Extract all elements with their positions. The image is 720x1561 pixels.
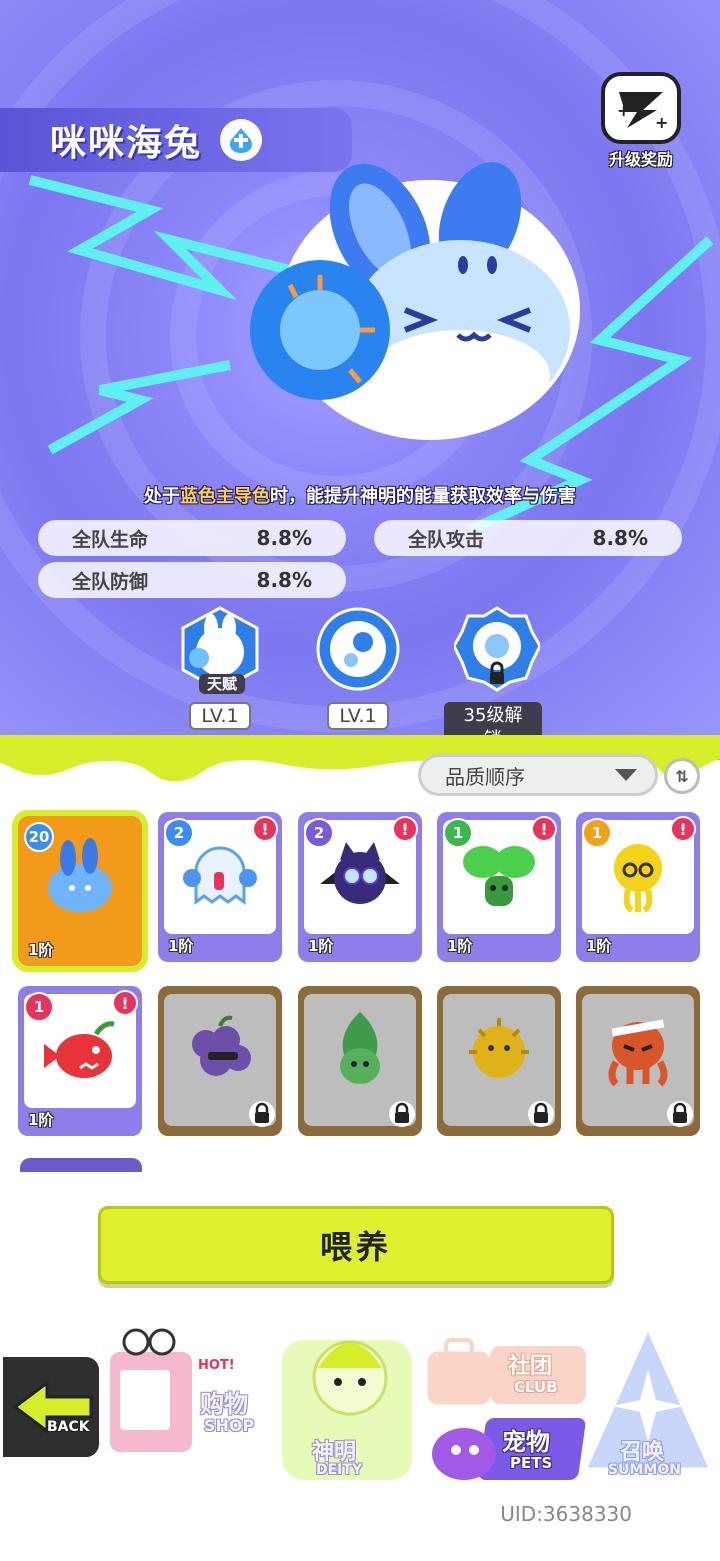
sprout-icon (463, 846, 535, 906)
pet-card-partial[interactable] (20, 1158, 142, 1172)
water-orb-icon (316, 607, 400, 691)
upgrade-reward-button[interactable]: + + 升级奖励 (596, 72, 686, 169)
sort-label: 品质顺序 (445, 764, 525, 789)
stat-label: 全队攻击 (408, 528, 485, 551)
skill-level: LV.1 (189, 702, 251, 730)
nav-club-button[interactable]: 社团 CLUB (420, 1336, 590, 1412)
chevron-down-icon (615, 769, 637, 781)
pet-card-locked[interactable] (298, 986, 422, 1136)
puffer-fish-icon (469, 1018, 529, 1078)
card-tier: 1阶 (28, 941, 54, 959)
nav-deity-button[interactable]: 神明 DEITY (282, 1316, 416, 1486)
pet-card[interactable]: 2 ! 1阶 (158, 812, 282, 962)
talent-tag: 天赋 (199, 674, 246, 694)
lock-icon (389, 1101, 415, 1127)
card-tier: 1阶 (308, 937, 334, 955)
lock-icon (249, 1101, 275, 1127)
lock-icon (667, 1101, 693, 1127)
nav-back-button[interactable]: BACK (0, 1354, 102, 1460)
skill-talent[interactable]: LV.1 (175, 606, 265, 730)
card-tier: 1阶 (586, 937, 612, 955)
sea-bunny-pet-art (250, 162, 580, 440)
stat-team-defense: 全队防御 8.8% (38, 562, 346, 598)
pet-card-locked[interactable] (158, 986, 282, 1136)
pet-card-locked[interactable] (437, 986, 561, 1136)
user-id: UID:3638330 (500, 1502, 632, 1526)
card-tier: 1阶 (28, 1111, 54, 1129)
pet-name-banner: 咪咪海兔 (0, 108, 352, 172)
skill-locked[interactable]: 35级解锁 (444, 606, 542, 754)
pets-blob-icon (432, 1428, 496, 1480)
sort-dropdown[interactable]: 品质顺序 (418, 754, 658, 796)
stat-value: 8.8% (256, 526, 312, 550)
desc-suffix: 时，能提升神明的能量获取效率与伤害 (270, 486, 576, 507)
nav-shop-sublabel: SHOP (204, 1416, 255, 1435)
pet-card[interactable]: 1 ! 1阶 (576, 812, 700, 962)
stat-team-attack: 全队攻击 8.8% (374, 520, 682, 556)
leaf-sprite-icon (340, 1012, 380, 1084)
nav-pets-button[interactable]: 宠物 PETS (428, 1414, 587, 1486)
nav-pets-sublabel: PETS (510, 1454, 553, 1472)
shop-hot-badge: HOT! (192, 1358, 241, 1373)
svg-text:+: + (617, 101, 630, 120)
burst-skill-icon (452, 606, 542, 692)
vending-machine-icon (106, 1328, 196, 1456)
stat-label: 全队防御 (72, 570, 149, 593)
card-tier: 1阶 (168, 937, 194, 955)
sort-order-toggle-icon[interactable]: ⇅ (664, 758, 700, 794)
pet-card[interactable]: 1 ! 1阶 (437, 812, 561, 962)
grape-cool-icon (192, 1015, 251, 1076)
stat-value: 8.8% (256, 568, 312, 592)
nav-deity-sublabel: DEITY (316, 1462, 363, 1478)
upgrade-reward-label: 升级奖励 (608, 150, 673, 169)
water-element-icon[interactable] (220, 119, 263, 161)
bat-cat-icon (320, 842, 400, 904)
stat-team-hp: 全队生命 8.8% (38, 520, 346, 556)
nav-club-label: 社团 (508, 1354, 553, 1379)
svg-text:+: + (655, 113, 668, 130)
nav-summon-button[interactable]: 召唤 SUMMON (580, 1320, 716, 1488)
upgrade-reward-icon: + + (601, 72, 681, 144)
pet-name: 咪咪海兔 (50, 123, 203, 164)
stat-label: 全队生命 (72, 528, 149, 551)
pet-card[interactable]: 20 1阶 (12, 810, 148, 972)
nav-back-label: BACK (47, 1419, 90, 1435)
nav-club-sublabel: CLUB (514, 1378, 558, 1396)
sea-bunny-icon (48, 838, 112, 912)
skill-level: LV.1 (327, 702, 389, 730)
pet-card[interactable]: 2 ! 1阶 (298, 812, 422, 962)
angry-octopus-icon (608, 1019, 668, 1087)
pet-card[interactable]: 1 ! 1阶 (18, 986, 142, 1136)
lightbulb-jelly-icon (614, 844, 662, 913)
desc-prefix: 处于 (144, 486, 180, 507)
pet-skill-description: 处于蓝色主导色时，能提升神明的能量获取效率与伤害 (0, 482, 720, 508)
feed-button[interactable]: 喂养 (98, 1206, 614, 1284)
nav-shop-button[interactable]: HOT! 购物 SHOP (104, 1316, 280, 1466)
stat-value: 8.8% (592, 526, 648, 550)
ghost-headphones-icon (183, 846, 257, 905)
nav-shop-label: 购物 (200, 1390, 248, 1418)
desc-highlight: 蓝色主导色 (180, 486, 270, 507)
lightning-bolt-bottom (47, 360, 231, 455)
cherry-fish-icon (44, 1021, 115, 1078)
nav-pets-label: 宠物 (502, 1428, 550, 1456)
pet-card-locked[interactable] (576, 986, 700, 1136)
card-tier: 1阶 (447, 937, 473, 955)
skill-water-orb[interactable]: LV.1 (313, 606, 403, 730)
lock-icon (528, 1101, 554, 1127)
deity-character-icon (312, 1340, 388, 1416)
nav-summon-sublabel: SUMMON (608, 1462, 681, 1478)
club-bag-icon (424, 1338, 494, 1408)
